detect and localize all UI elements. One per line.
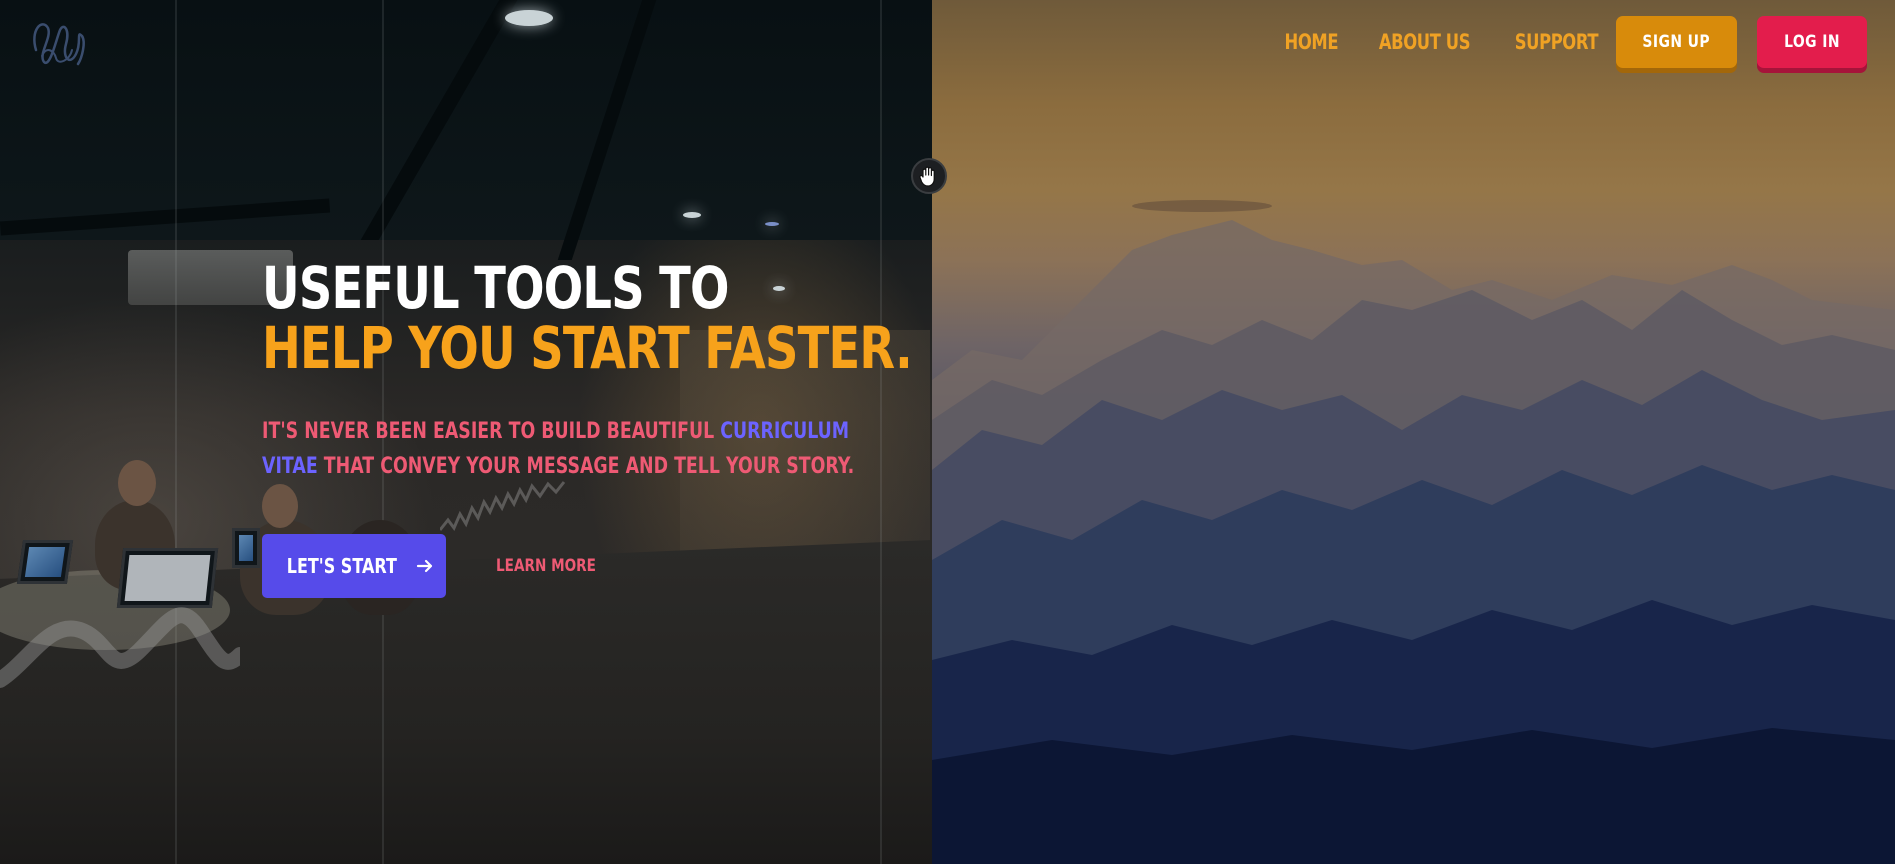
ceiling-light [505,10,553,26]
hero-description-part-1: IT'S NEVER BEEN EASIER TO BUILD BEAUTIFU… [262,419,721,444]
hero-title-line-1: USEFUL TOOLS TO [262,254,729,322]
mountain-silhouettes [932,200,1895,864]
hand-icon [919,166,935,187]
squiggle-decoration [0,607,240,688]
zigzag-decoration [440,481,566,531]
person-head [118,460,156,506]
hero-description-part-2: THAT CONVEY YOUR MESSAGE AND TELL YOUR S… [317,454,855,479]
lets-start-button[interactable]: LET'S START [262,534,446,598]
ceiling-light [765,222,779,226]
log-in-button[interactable]: LOG IN [1757,16,1867,68]
sign-up-button[interactable]: SIGN UP [1616,16,1737,68]
hero-section: USEFUL TOOLS TO HELP YOU START FASTER. I… [262,254,913,598]
hero-description: IT'S NEVER BEEN EASIER TO BUILD BEAUTIFU… [262,414,862,484]
learn-more-link[interactable]: LEARN MORE [496,556,596,576]
top-navigation: HOME ABOUT US SUPPORT SIGN UP LOG IN [1277,14,1867,70]
scribble-logo-icon[interactable] [26,10,90,74]
arrow-right-icon [416,559,432,573]
hero-background-mountains [932,0,1895,864]
sign-up-label: SIGN UP [1642,32,1711,52]
lets-start-label: LET'S START [286,554,398,578]
log-in-label: LOG IN [1784,32,1840,52]
glass-wall-edge [175,0,177,864]
nav-link-home[interactable]: HOME [1285,30,1339,54]
nav-link-about-us[interactable]: ABOUT US [1379,30,1471,54]
ceiling-light [683,212,701,218]
hero-title-line-2: HELP YOU START FASTER. [262,314,913,382]
person-head [262,484,298,528]
nav-link-support[interactable]: SUPPORT [1515,30,1599,54]
hero-actions: LET'S START LEARN MORE [262,534,621,598]
ceiling [0,0,932,240]
grab-hand-cursor-icon [911,158,947,194]
